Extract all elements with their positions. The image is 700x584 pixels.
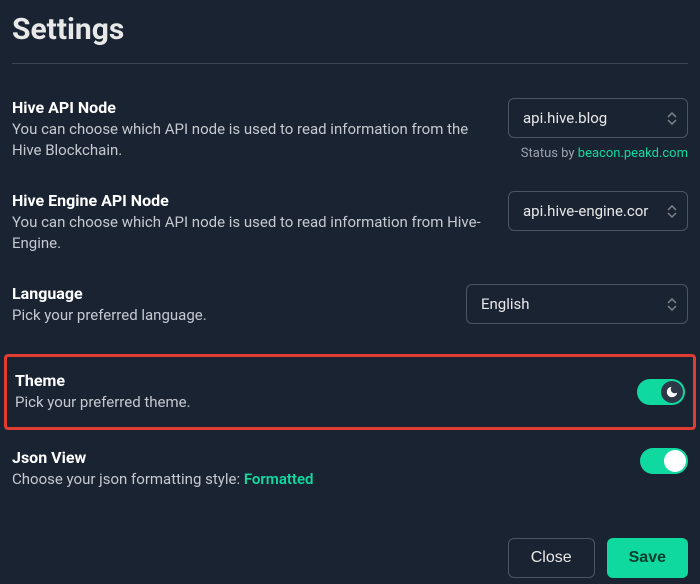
theme-label: Theme [15, 371, 621, 390]
setting-text: Language Pick your preferred language. [12, 284, 466, 326]
chevron-updown-icon [667, 112, 677, 125]
setting-text: Hive API Node You can choose which API n… [12, 98, 508, 161]
setting-json-view: Json View Choose your json formatting st… [12, 438, 688, 510]
status-prefix: Status by [521, 146, 578, 161]
hive-engine-select[interactable]: api.hive-engine.cor [508, 191, 688, 231]
theme-toggle[interactable] [637, 379, 685, 405]
setting-text: Json View Choose your json formatting st… [12, 448, 640, 490]
status-link[interactable]: beacon.peakd.com [578, 146, 688, 161]
hive-api-select[interactable]: api.hive.blog [508, 98, 688, 138]
toggle-knob [664, 450, 686, 472]
setting-language: Language Pick your preferred language. E… [12, 274, 688, 346]
language-value: English [481, 295, 530, 313]
json-view-toggle[interactable] [640, 448, 688, 474]
language-desc: Pick your preferred language. [12, 305, 450, 326]
setting-control: English [466, 284, 688, 324]
page-title: Settings [12, 12, 688, 47]
language-label: Language [12, 284, 450, 303]
chevron-updown-icon [667, 205, 677, 218]
setting-control [637, 379, 685, 405]
language-select[interactable]: English [466, 284, 688, 324]
setting-control: api.hive-engine.cor [508, 191, 688, 231]
setting-hive-api: Hive API Node You can choose which API n… [12, 88, 688, 181]
setting-theme: Theme Pick your preferred theme. [15, 367, 685, 417]
theme-highlight: Theme Pick your preferred theme. [4, 354, 696, 430]
hive-engine-desc: You can choose which API node is used to… [12, 212, 492, 254]
setting-control: api.hive.blog Status by beacon.peakd.com [508, 98, 688, 161]
setting-text: Hive Engine API Node You can choose whic… [12, 191, 508, 254]
setting-control [640, 448, 688, 474]
json-view-value-link[interactable]: Formatted [244, 470, 314, 488]
json-view-desc-prefix: Choose your json formatting style: [12, 470, 244, 488]
hive-api-status: Status by beacon.peakd.com [521, 146, 688, 161]
toggle-knob [661, 381, 683, 403]
close-button[interactable]: Close [508, 538, 595, 578]
hive-api-label: Hive API Node [12, 98, 492, 117]
theme-desc: Pick your preferred theme. [15, 392, 621, 413]
hive-api-value: api.hive.blog [523, 109, 607, 127]
save-button[interactable]: Save [607, 538, 688, 578]
setting-text: Theme Pick your preferred theme. [15, 371, 637, 413]
hive-api-desc: You can choose which API node is used to… [12, 119, 492, 161]
footer: Close Save [12, 538, 688, 578]
divider [12, 63, 688, 64]
json-view-label: Json View [12, 448, 624, 467]
chevron-updown-icon [667, 298, 677, 311]
hive-engine-value: api.hive-engine.cor [523, 202, 648, 220]
hive-engine-label: Hive Engine API Node [12, 191, 492, 210]
moon-icon [665, 385, 679, 399]
setting-hive-engine: Hive Engine API Node You can choose whic… [12, 181, 688, 274]
json-view-desc: Choose your json formatting style: Forma… [12, 469, 624, 490]
